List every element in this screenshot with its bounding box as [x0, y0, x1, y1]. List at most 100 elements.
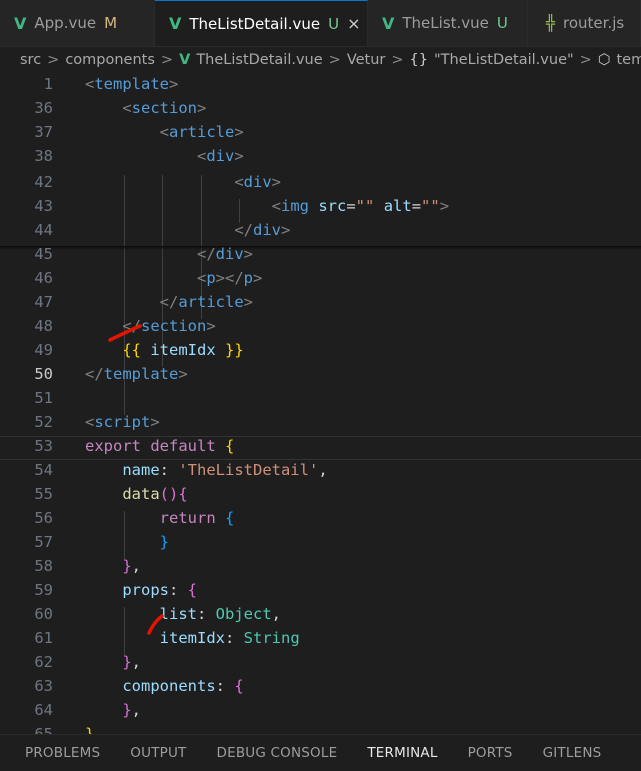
line-number: 48: [34, 317, 53, 335]
code-line[interactable]: 36 <section>: [0, 96, 641, 120]
code-line[interactable]: 50 </template>: [0, 362, 641, 386]
line-number: 53: [34, 437, 53, 455]
code-line[interactable]: 46 <p></p>: [0, 266, 641, 290]
code-token: name: [122, 461, 160, 479]
code-token: >: [243, 293, 253, 311]
code-line[interactable]: 49 {{ itemIdx }}: [0, 338, 641, 362]
code-line[interactable]: 58 },: [0, 554, 641, 578]
code-token: }: [122, 701, 132, 719]
code-token: >: [206, 317, 216, 335]
code-line[interactable]: 63 components: {: [0, 674, 641, 698]
line-content: <section>: [85, 96, 206, 120]
code-token: </: [196, 245, 216, 263]
code-token: div: [243, 173, 272, 191]
code-token: :: [196, 605, 216, 623]
code-token: {: [225, 509, 235, 527]
line-number: 60: [34, 605, 53, 623]
code-token: {{: [122, 341, 141, 359]
line-number: 37: [34, 123, 53, 141]
panel-tab-gitlens[interactable]: GITLENS: [543, 745, 602, 761]
line-number: 38: [34, 147, 53, 165]
untracked-badge: U: [496, 14, 508, 32]
line-number: 47: [34, 293, 53, 311]
breadcrumb-src[interactable]: src: [20, 52, 41, 68]
code-token: {: [178, 485, 188, 503]
code-line[interactable]: 48 </section>: [0, 314, 641, 338]
panel-tab-ports[interactable]: PORTS: [468, 745, 513, 761]
code-token: >: [234, 123, 244, 141]
code-line[interactable]: 1 <template>: [0, 74, 641, 96]
panel-tab-problems[interactable]: PROBLEMS: [25, 745, 100, 761]
line-content: return {: [85, 506, 235, 530]
code-line[interactable]: 61 itemIdx: String: [0, 626, 641, 650]
line-number: 54: [34, 461, 53, 479]
code-token: template: [103, 365, 179, 383]
breadcrumb-template[interactable]: templa: [616, 52, 641, 68]
line-number: 64: [34, 701, 53, 719]
code-line[interactable]: 47 </article>: [0, 290, 641, 314]
panel-tab-debug-console[interactable]: DEBUG CONSOLE: [217, 745, 338, 761]
code-line[interactable]: 65}: [0, 722, 641, 734]
line-content: </div>: [85, 242, 253, 266]
line-content: </section>: [85, 314, 216, 338]
breadcrumb-components[interactable]: components: [65, 52, 155, 68]
breadcrumb-symbol[interactable]: "TheListDetail.vue": [434, 52, 574, 68]
breadcrumb-file[interactable]: TheListDetail.vue: [196, 52, 322, 68]
line-content: name: 'TheListDetail',: [85, 458, 327, 482]
code-token: section: [141, 317, 207, 335]
code-line[interactable]: 45 </div>: [0, 242, 641, 266]
code-line[interactable]: 59 props: {: [0, 578, 641, 602]
code-line[interactable]: 44 </div>: [0, 218, 641, 242]
code-line[interactable]: 38 <div>: [0, 144, 641, 168]
code-token: </: [122, 317, 141, 335]
code-line[interactable]: 42 <div>: [0, 170, 641, 194]
line-number: 59: [34, 581, 53, 599]
code-token: >: [197, 99, 207, 117]
tab-app-vue[interactable]: V App.vue M: [0, 0, 155, 46]
code-line[interactable]: 62 },: [0, 650, 641, 674]
code-token: ,: [271, 605, 281, 623]
code-token: :: [215, 677, 235, 695]
code-line[interactable]: 53 export default {: [0, 434, 641, 458]
code-editor[interactable]: 1 <template> 36 <section> 37 <article> 38 <d…: [0, 74, 641, 734]
code-token: >: [178, 365, 188, 383]
chevron-right-icon: >: [328, 52, 341, 68]
code-line[interactable]: 55 data(){: [0, 482, 641, 506]
panel-tab-terminal[interactable]: TERMINAL: [367, 745, 437, 761]
code-token: }: [159, 533, 169, 551]
code-line[interactable]: 54 name: 'TheListDetail',: [0, 458, 641, 482]
code-line[interactable]: 52 <script>: [0, 410, 641, 434]
line-content: },: [85, 650, 141, 674]
tab-thelist-vue[interactable]: V TheList.vue U: [368, 0, 528, 46]
code-line[interactable]: 51: [0, 386, 641, 410]
code-token: :: [159, 461, 179, 479]
close-icon[interactable]: ×: [347, 14, 360, 33]
line-content: {{ itemIdx }}: [85, 338, 243, 362]
code-token: img: [280, 197, 309, 215]
code-line[interactable]: 43 <img src="" alt="">: [0, 194, 641, 218]
code-line[interactable]: 60 list: Object,: [0, 602, 641, 626]
code-line[interactable]: 57 }: [0, 530, 641, 554]
line-content: </article>: [85, 290, 253, 314]
tab-thelistdetail-vue[interactable]: V TheListDetail.vue U ×: [155, 0, 368, 46]
breadcrumb-vetur[interactable]: Vetur: [347, 52, 386, 68]
code-line[interactable]: 56 return {: [0, 506, 641, 530]
tab-router-js[interactable]: ╬ router.js: [528, 0, 641, 46]
code-token: "": [355, 197, 375, 215]
line-content: <img src="" alt="">: [85, 194, 449, 218]
code-token: >: [280, 221, 291, 239]
code-line[interactable]: 37 <article>: [0, 120, 641, 144]
line-number: 58: [34, 557, 53, 575]
line-content: },: [85, 698, 141, 722]
code-line[interactable]: 64 },: [0, 698, 641, 722]
panel-tab-output[interactable]: OUTPUT: [130, 745, 186, 761]
